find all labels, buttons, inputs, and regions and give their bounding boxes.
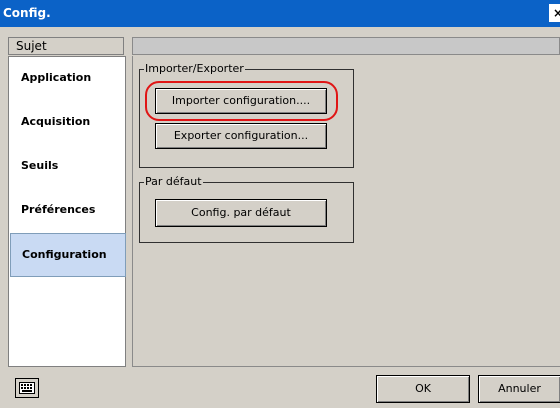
sidebar-item-preferences[interactable]: Préférences xyxy=(10,189,126,233)
bottom-bar xyxy=(0,367,560,408)
sidebar-item-label: Application xyxy=(21,71,92,84)
cancel-button[interactable]: Annuler xyxy=(478,375,560,403)
import-export-group: Importer/Exporter xyxy=(139,62,354,168)
sidebar-item-application[interactable]: Application xyxy=(10,57,126,101)
sidebar-item-label: Préférences xyxy=(21,203,96,216)
default-configuration-button[interactable]: Config. par défaut xyxy=(155,199,327,227)
sidebar-item-label: Configuration xyxy=(22,248,107,261)
title-bar: Config. × xyxy=(0,0,560,27)
panel-header xyxy=(132,37,560,55)
keyboard-button[interactable] xyxy=(15,378,39,398)
subject-header: Sujet xyxy=(8,37,124,55)
default-legend: Par défaut xyxy=(144,175,203,188)
sidebar-item-seuils[interactable]: Seuils xyxy=(10,145,126,189)
sidebar: Application Acquisition Seuils Préférenc… xyxy=(8,56,126,367)
sidebar-item-acquisition[interactable]: Acquisition xyxy=(10,101,126,145)
subject-header-label: Sujet xyxy=(16,39,47,53)
export-configuration-button[interactable]: Exporter configuration... xyxy=(155,123,327,149)
sidebar-item-label: Acquisition xyxy=(21,115,91,128)
import-export-legend: Importer/Exporter xyxy=(144,62,245,75)
window-title: Config. xyxy=(3,6,51,20)
import-configuration-button[interactable]: Importer configuration.... xyxy=(155,88,327,114)
sidebar-item-configuration[interactable]: Configuration xyxy=(10,233,126,277)
sidebar-item-label: Seuils xyxy=(21,159,59,172)
close-button[interactable]: × xyxy=(549,4,560,22)
ok-button[interactable]: OK xyxy=(376,375,470,403)
keyboard-icon xyxy=(19,382,35,394)
